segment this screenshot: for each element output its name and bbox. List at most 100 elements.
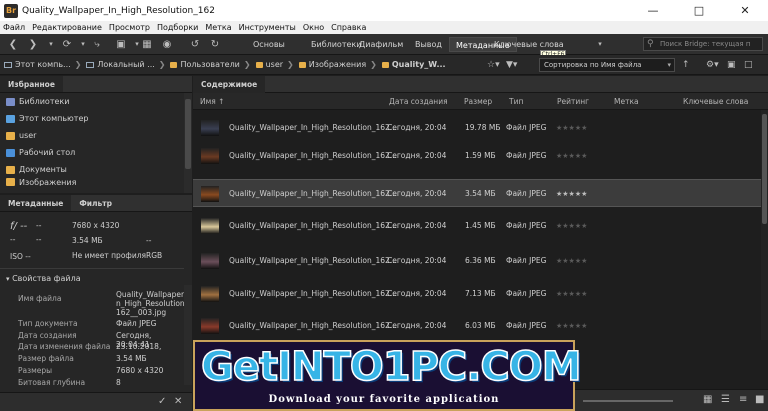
file-properties-list: Имя файла Quality_Wallpaper_I n_High_Res…	[0, 290, 190, 392]
metadata-scrollbar[interactable]	[184, 285, 192, 385]
column-size[interactable]: Размер	[464, 93, 492, 110]
column-type[interactable]: Тип	[509, 93, 523, 110]
thumbnail-image[interactable]	[201, 318, 219, 334]
column-rating[interactable]: Рейтинг	[557, 93, 589, 110]
table-row[interactable]: Quality_Wallpaper_In_High_Resolution_162…	[193, 212, 761, 240]
table-row[interactable]: Quality_Wallpaper_In_High_Resolution_162…	[193, 247, 761, 275]
cancel-icon[interactable]: ✕	[174, 396, 182, 407]
scrollbar-thumb[interactable]	[762, 114, 767, 224]
workspace-output[interactable]: Вывод	[409, 37, 448, 52]
sort-direction-icon[interactable]: ↑	[682, 59, 690, 71]
thumbnail-image[interactable]	[201, 186, 219, 202]
table-row[interactable]: Quality_Wallpaper_In_High_Resolution_162…	[193, 312, 761, 340]
menu-stacks[interactable]: Подборки	[157, 23, 198, 32]
drive-icon	[86, 61, 95, 68]
rating-stars[interactable]: ★★★★★	[556, 280, 587, 308]
check-icon[interactable]: ✓	[158, 396, 166, 407]
grid-view-icon[interactable]: ▦	[703, 394, 712, 405]
tab-metadata[interactable]: Метаданные	[0, 195, 72, 211]
sort-select[interactable]: Сортировка по Имя файла ▾	[539, 58, 675, 72]
trash-icon[interactable]: □	[744, 59, 753, 71]
lock-icon[interactable]: ■	[755, 394, 764, 405]
tab-filter[interactable]: Фильтр	[71, 195, 120, 211]
boomerang-icon[interactable]: ⤷	[90, 38, 104, 51]
table-row[interactable]: Quality_Wallpaper_In_High_Resolution_162…	[193, 142, 761, 170]
rating-stars[interactable]: ★★★★★	[556, 114, 587, 142]
column-name[interactable]: Имя ↑	[200, 93, 224, 110]
refine-icon[interactable]: ▦	[140, 38, 154, 51]
menu-window[interactable]: Окно	[303, 23, 324, 32]
chevron-down-icon[interactable]: ▾	[593, 38, 607, 51]
list-view-icon[interactable]: ≡	[739, 394, 747, 405]
thumbnail-size-slider[interactable]	[583, 400, 673, 402]
workspace-essentials[interactable]: Основы	[247, 37, 291, 52]
search-input[interactable]: ⚲ Поиск Bridge: текущая п	[643, 37, 763, 51]
file-properties-header[interactable]: ▾ Свойства файла	[6, 274, 81, 283]
breadcrumb-pictures[interactable]: Изображения	[298, 60, 366, 69]
thumbnail-image[interactable]	[201, 120, 219, 136]
maximize-button[interactable]: □	[676, 0, 722, 21]
rotate-left-icon[interactable]: ↺	[188, 38, 202, 51]
recent-history-icon[interactable]: ⟳	[60, 38, 74, 51]
thumbnail-image[interactable]	[201, 148, 219, 164]
new-folder-icon[interactable]: ▣	[727, 59, 736, 71]
back-arrow-icon[interactable]: ❮	[6, 38, 20, 51]
favorite-desktop[interactable]: Рабочий стол	[0, 144, 192, 161]
menu-file[interactable]: Файл	[3, 23, 25, 32]
table-row[interactable]: Quality_Wallpaper_In_High_Resolution_162…	[193, 179, 761, 207]
menu-edit[interactable]: Редактирование	[32, 23, 102, 32]
menu-label[interactable]: Метка	[205, 23, 231, 32]
menu-view[interactable]: Просмотр	[109, 23, 150, 32]
camera-import-icon[interactable]: ▣	[114, 38, 128, 51]
tab-favorites[interactable]: Избранное	[0, 76, 63, 92]
column-label[interactable]: Метка	[614, 93, 639, 110]
folder-icon	[381, 61, 389, 68]
close-button[interactable]: ✕	[722, 0, 768, 21]
favorite-documents[interactable]: Документы	[0, 161, 192, 178]
filter-icon[interactable]: ▼▾	[506, 59, 517, 71]
breadcrumb-current-folder[interactable]: Quality_W...	[381, 60, 446, 69]
thumbnail-image[interactable]	[201, 286, 219, 302]
chevron-down-icon[interactable]: ▾	[76, 38, 90, 51]
star-filter-icon[interactable]: ☆▾	[487, 59, 500, 71]
breadcrumb-users[interactable]: Пользователи	[170, 60, 240, 69]
workspace-filmstrip[interactable]: Диафильм	[353, 37, 409, 52]
tab-content[interactable]: Содержимое	[193, 76, 266, 93]
thumbnail-image[interactable]	[201, 218, 219, 234]
table-row[interactable]: Quality_Wallpaper_In_High_Resolution_162…	[193, 114, 761, 142]
table-row[interactable]: Quality_Wallpaper_In_High_Resolution_162…	[193, 280, 761, 308]
rating-stars[interactable]: ★★★★★	[556, 142, 587, 170]
favorite-this-pc[interactable]: Этот компьютер	[0, 110, 192, 127]
recent-files-icon[interactable]: ⚙▾	[706, 59, 719, 71]
forward-arrow-icon[interactable]: ❯	[26, 38, 40, 51]
content-scrollbar[interactable]	[761, 110, 768, 340]
bridge-window: Br Quality_Wallpaper_In_High_Resolution_…	[0, 0, 768, 411]
favorite-pictures[interactable]: Изображения	[0, 178, 192, 186]
rating-stars[interactable]: ★★★★★	[556, 247, 587, 275]
favorites-scrollbar[interactable]	[184, 93, 192, 193]
folder-icon	[298, 61, 306, 68]
iso-value: ISO --	[10, 252, 31, 261]
menu-help[interactable]: Справка	[331, 23, 366, 32]
menu-tools[interactable]: Инструменты	[239, 23, 296, 32]
rating-stars[interactable]: ★★★★★	[556, 180, 587, 208]
breadcrumb-user[interactable]: user	[255, 60, 283, 69]
favorite-user[interactable]: user	[0, 127, 192, 144]
folder-icon	[255, 61, 263, 68]
favorite-libraries[interactable]: Библиотеки	[0, 93, 192, 110]
breadcrumb-local-disk[interactable]: Локальный ...	[86, 60, 155, 69]
rating-stars[interactable]: ★★★★★	[556, 312, 587, 340]
breadcrumb-this-pc[interactable]: Этот компь...	[4, 60, 71, 69]
minimize-button[interactable]: —	[630, 0, 676, 21]
thumbnail-image[interactable]	[201, 253, 219, 269]
column-date-created[interactable]: Дата создания	[389, 93, 448, 110]
computer-icon	[6, 114, 15, 123]
chevron-down-icon[interactable]: ▾	[44, 38, 58, 51]
column-keywords[interactable]: Ключевые слова	[683, 93, 748, 110]
rotate-right-icon[interactable]: ↻	[208, 38, 222, 51]
open-in-camera-raw-icon[interactable]: ◉	[160, 38, 174, 51]
scrollbar-thumb[interactable]	[185, 99, 191, 169]
details-view-icon[interactable]: ☰	[721, 394, 730, 405]
prop-label: Дата изменения файла	[18, 342, 111, 351]
rating-stars[interactable]: ★★★★★	[556, 212, 587, 240]
